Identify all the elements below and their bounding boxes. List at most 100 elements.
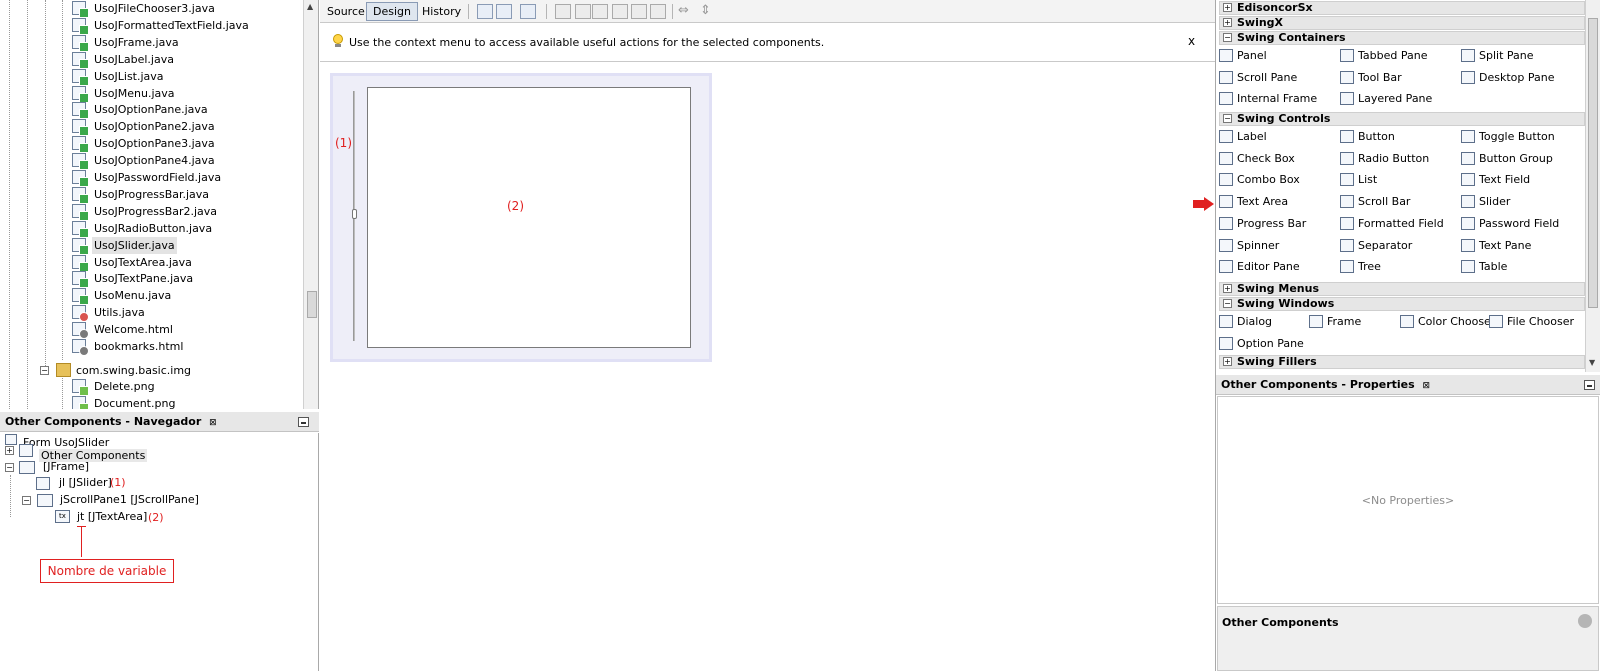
center-horizontally-icon[interactable] <box>592 4 608 19</box>
selection-mode-icon[interactable] <box>477 4 493 19</box>
collapse-icon[interactable]: − <box>1223 299 1232 308</box>
scroll-down-icon[interactable]: ▼ <box>1589 358 1595 367</box>
minimize-icon[interactable] <box>1584 380 1595 390</box>
palette-item-label: Tool Bar <box>1358 70 1402 84</box>
navigator-title: Other Components - Navegador <box>5 415 202 428</box>
category-swingx[interactable]: + SwingX <box>1219 16 1585 30</box>
category-label: Swing Windows <box>1237 297 1335 310</box>
file-label: UsoJOptionPane4.java <box>94 154 215 168</box>
resize-horizontal-icon[interactable]: ⇔ <box>678 3 689 18</box>
properties-title: Other Components - Properties <box>1221 378 1415 391</box>
package-label: com.swing.basic.img <box>76 364 192 377</box>
category-swing-windows[interactable]: − Swing Windows <box>1219 297 1585 311</box>
file-tree-scrollbar[interactable]: ▲ <box>303 0 318 409</box>
expand-icon[interactable]: + <box>1223 3 1232 12</box>
palette-item-label: Radio Button <box>1358 151 1430 165</box>
scrollbar-thumb[interactable] <box>1588 18 1598 308</box>
file-label: UsoJPasswordField.java <box>94 171 222 184</box>
lightbulb-icon <box>332 34 344 48</box>
file-label: UsoJFileChooser3.java <box>94 2 215 15</box>
jtextarea-component[interactable] <box>367 87 691 348</box>
collapse-icon[interactable]: − <box>1223 114 1232 123</box>
nav-jslider-label: jl [JSlider] <box>59 476 112 489</box>
category-label: Swing Controls <box>1237 112 1331 125</box>
editor-toolbar: Source Design History ⇔ ⇕ <box>320 0 1215 23</box>
file-chooser-icon <box>1489 315 1503 328</box>
tab-source[interactable]: Source <box>320 2 372 21</box>
palette-item-label: Toggle Button <box>1479 130 1555 143</box>
close-tab-icon[interactable]: ⊠ <box>1423 381 1431 391</box>
no-properties-text: <No Properties> <box>1361 494 1455 507</box>
button-icon <box>1340 130 1354 143</box>
java-file-icon <box>72 68 89 86</box>
file-label: Delete.png <box>94 380 155 393</box>
palette-item-label: Check Box <box>1237 151 1295 165</box>
collapse-icon[interactable]: − <box>22 496 31 505</box>
file-label: UsoMenu.java <box>94 289 172 303</box>
internal-frame-icon <box>1219 92 1233 106</box>
button-group-icon <box>1461 151 1475 165</box>
java-file-icon <box>72 51 89 69</box>
align-left-icon[interactable] <box>555 4 571 19</box>
palette-item-label: File Chooser <box>1507 315 1575 328</box>
form-icon <box>5 434 17 445</box>
collapse-icon[interactable]: − <box>40 366 49 375</box>
help-icon[interactable] <box>1578 614 1592 628</box>
collapse-icon[interactable]: − <box>1223 33 1232 42</box>
file-label: UsoJOptionPane3.java <box>94 137 215 151</box>
category-label: Swing Containers <box>1237 31 1346 44</box>
resize-vertical-icon[interactable]: ⇕ <box>700 3 711 18</box>
java-file-icon <box>72 102 89 120</box>
tab-design[interactable]: Design <box>366 2 418 21</box>
category-swing-containers[interactable]: − Swing Containers <box>1219 31 1585 45</box>
file-label: UsoJRadioButton.java <box>94 221 213 235</box>
category-label: Swing Fillers <box>1237 355 1317 368</box>
center-vertically-icon[interactable] <box>650 4 666 19</box>
color-chooser-icon <box>1400 315 1414 328</box>
palette-item-label: Split Pane <box>1479 49 1534 62</box>
align-bottom-icon[interactable] <box>631 4 647 19</box>
frame-icon <box>19 461 35 474</box>
close-tab-icon[interactable]: ⊠ <box>209 418 217 428</box>
align-right-icon[interactable] <box>575 4 591 19</box>
file-label: bookmarks.html <box>94 340 184 353</box>
palette-item-label: Frame <box>1327 315 1362 328</box>
palette-item-label: Button Group <box>1479 151 1553 165</box>
progress-bar-icon <box>1219 216 1233 230</box>
tabbed-pane-icon <box>1340 49 1354 62</box>
palette-item-label: Text Area <box>1237 195 1289 209</box>
java-file-icon <box>72 1 89 18</box>
tab-history[interactable]: History <box>415 2 468 21</box>
minimize-icon[interactable] <box>298 417 309 427</box>
jframe-form[interactable] <box>330 73 712 362</box>
align-top-icon[interactable] <box>612 4 628 19</box>
file-label: UsoJLabel.java <box>94 52 174 66</box>
file-label: UsoJOptionPane2.java <box>94 120 215 134</box>
collapse-icon[interactable]: − <box>5 463 14 472</box>
category-label: EdisoncorSx <box>1237 1 1313 14</box>
slider-thumb[interactable] <box>352 209 357 219</box>
category-swing-menus[interactable]: + Swing Menus <box>1219 282 1585 296</box>
palette-item-label: Scroll Bar <box>1358 195 1411 209</box>
palette-item-label: Password Field <box>1479 216 1560 230</box>
properties-sheet: <No Properties> <box>1217 396 1599 604</box>
preview-design-icon[interactable] <box>520 4 536 19</box>
scrollbar-thumb[interactable] <box>307 291 317 318</box>
category-swing-fillers[interactable]: + Swing Fillers <box>1219 355 1585 369</box>
palette-item-label: Dialog <box>1237 315 1273 328</box>
textarea-icon: tx <box>55 510 70 523</box>
palette-item-label: Spinner <box>1237 238 1280 252</box>
category-edisoncorsx[interactable]: + EdisoncorSx <box>1219 1 1585 15</box>
file-label: UsoJTextArea.java <box>94 255 192 269</box>
palette-scrollbar[interactable]: ▼ <box>1585 0 1600 372</box>
category-swing-controls[interactable]: − Swing Controls <box>1219 112 1585 126</box>
connection-mode-icon[interactable] <box>496 4 512 19</box>
design-canvas[interactable]: (1) (2) <box>320 63 1215 671</box>
palette-item-label: Label <box>1237 130 1267 143</box>
expand-icon[interactable]: + <box>5 446 14 455</box>
expand-icon[interactable]: + <box>1223 284 1232 293</box>
scroll-up-icon[interactable]: ▲ <box>307 2 313 11</box>
expand-icon[interactable]: + <box>1223 18 1232 27</box>
close-info-button[interactable]: x <box>1188 34 1195 48</box>
expand-icon[interactable]: + <box>1223 357 1232 366</box>
